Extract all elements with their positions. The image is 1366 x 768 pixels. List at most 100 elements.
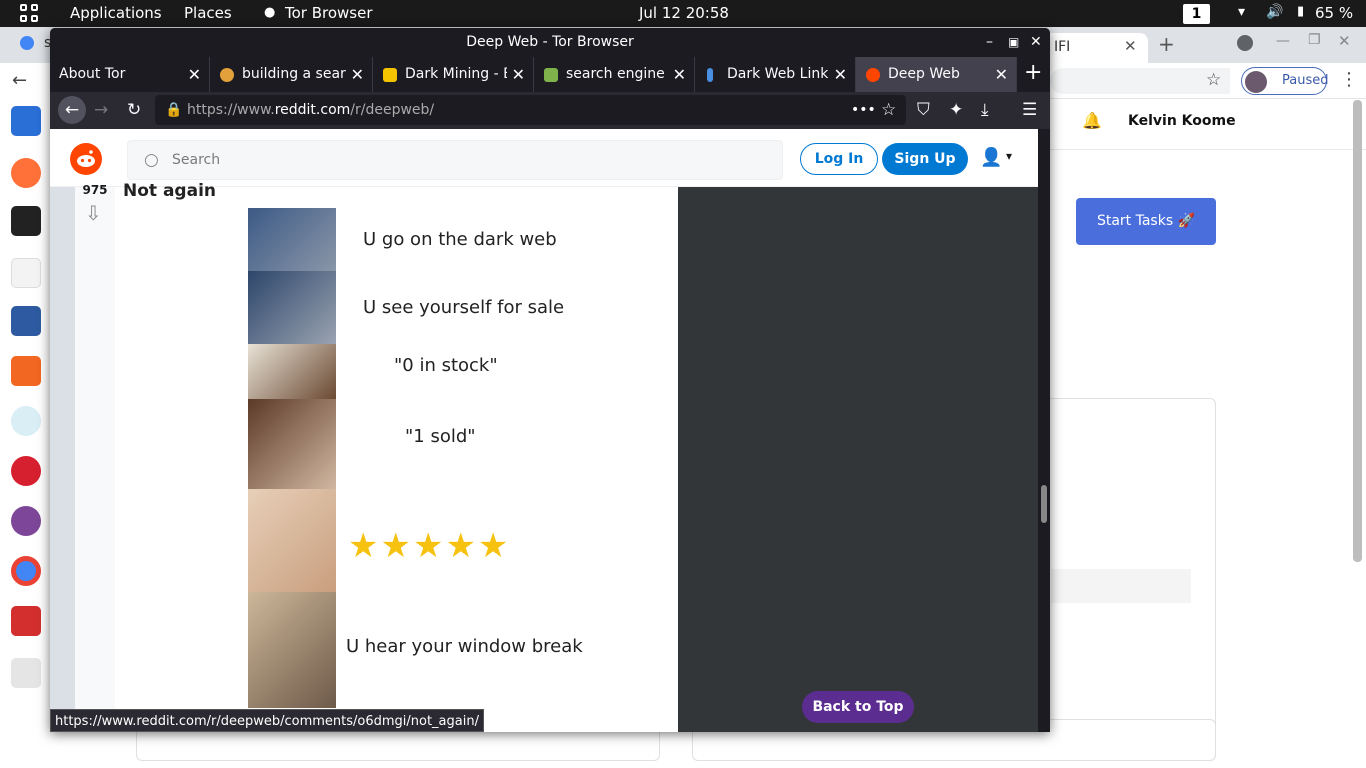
duckduckgo-icon bbox=[220, 68, 234, 82]
close-icon[interactable]: ✕ bbox=[188, 57, 201, 92]
workspace-indicator[interactable]: 1 bbox=[1183, 4, 1210, 24]
user-icon: 👤 bbox=[980, 147, 1003, 168]
restore-icon[interactable]: ❐ bbox=[1308, 32, 1321, 48]
reddit-sidebar bbox=[678, 187, 1038, 732]
close-icon[interactable]: ✕ bbox=[834, 57, 847, 92]
tab-strip: About Tor ✕ building a searc ✕ Dark Mini… bbox=[50, 57, 1050, 92]
star-icon[interactable]: ☆ bbox=[1206, 70, 1221, 90]
window-title: Deep Web - Tor Browser bbox=[50, 28, 1050, 57]
url-bar[interactable]: 🔒 https://www.reddit.com/r/deepweb/ ••• … bbox=[155, 95, 906, 125]
wifi-icon[interactable]: ▾ bbox=[1238, 4, 1245, 20]
tor-browser-icon[interactable] bbox=[11, 506, 41, 536]
meme-photo-2 bbox=[248, 271, 336, 344]
shield-icon[interactable]: ⛉ bbox=[917, 100, 930, 120]
meme-photo-6 bbox=[248, 592, 336, 708]
page-scrollbar[interactable] bbox=[1041, 485, 1047, 523]
burp-suite-icon[interactable] bbox=[11, 356, 41, 386]
sign-up-button[interactable]: Sign Up bbox=[882, 143, 968, 175]
new-identity-icon[interactable]: ✦ bbox=[949, 100, 963, 120]
back-arrow-icon[interactable]: ← bbox=[58, 96, 86, 124]
places-menu[interactable]: Places bbox=[184, 4, 232, 22]
tab-dark-web-links[interactable]: Dark Web Links ✕ bbox=[695, 57, 856, 92]
close-icon[interactable]: ✕ bbox=[512, 57, 525, 92]
meme-text: U go on the dark web bbox=[363, 229, 557, 250]
meme-text: U hear your window break bbox=[346, 636, 583, 657]
back-arrow-icon[interactable]: ← bbox=[12, 70, 27, 91]
background-card bbox=[1040, 398, 1216, 761]
reddit-page: ○ Search Log In Sign Up 👤 ▾ 975 ⇩ Not ag… bbox=[50, 129, 1038, 732]
cherrytree-icon[interactable] bbox=[11, 456, 41, 486]
link-status-bar: https://www.reddit.com/r/deepweb/comment… bbox=[50, 709, 484, 732]
google-icon bbox=[20, 36, 34, 50]
meme-photo-3 bbox=[248, 344, 336, 399]
new-tab-icon[interactable]: + bbox=[1158, 32, 1175, 56]
battery-percent[interactable]: 65 % bbox=[1315, 4, 1353, 22]
show-apps-icon[interactable] bbox=[11, 658, 41, 688]
post-card[interactable]: 975 ⇩ Not again U go on the dark web U s… bbox=[75, 181, 678, 732]
dark-mining-icon bbox=[383, 68, 397, 82]
meme-photo-4 bbox=[248, 399, 336, 489]
forward-arrow-icon[interactable]: → bbox=[94, 100, 108, 120]
metasploit-icon[interactable] bbox=[11, 306, 41, 336]
vote-count: 975 bbox=[82, 183, 108, 197]
close-window-icon[interactable]: ✕ bbox=[1030, 33, 1042, 51]
terminal-icon[interactable] bbox=[11, 206, 41, 236]
bookmark-star-icon[interactable]: ☆ bbox=[881, 95, 896, 125]
applications-menu[interactable]: Applications bbox=[70, 4, 162, 22]
search-input[interactable]: ○ Search bbox=[127, 140, 783, 180]
tab-building-a-search[interactable]: building a searc ✕ bbox=[210, 57, 373, 92]
url-path: /r/deepweb/ bbox=[350, 102, 435, 118]
post-title[interactable]: Not again bbox=[123, 181, 216, 201]
battery-icon[interactable]: ▮ bbox=[1297, 4, 1304, 19]
profile-paused-button[interactable]: Paused bbox=[1241, 67, 1328, 95]
background-scrollbar[interactable] bbox=[1353, 100, 1362, 562]
url-domain: reddit.com bbox=[274, 102, 351, 118]
pdf-reader-icon[interactable] bbox=[11, 606, 41, 636]
volume-icon[interactable]: 🔊 bbox=[1266, 4, 1283, 20]
search-engine-icon bbox=[544, 68, 558, 82]
start-tasks-button[interactable]: Start Tasks 🚀 bbox=[1076, 198, 1216, 245]
reddit-header: ○ Search Log In Sign Up 👤 ▾ bbox=[50, 129, 1038, 187]
text-editor-icon[interactable] bbox=[11, 258, 41, 288]
minimize-icon[interactable]: – bbox=[986, 33, 993, 51]
tab-about-tor[interactable]: About Tor ✕ bbox=[50, 57, 210, 92]
reddit-logo-icon[interactable] bbox=[70, 143, 102, 175]
more-menu-icon[interactable]: ⋮ bbox=[1340, 69, 1358, 90]
clock[interactable]: Jul 12 20:58 bbox=[639, 4, 729, 22]
background-tab-active[interactable]: IFI ✕ bbox=[1040, 33, 1148, 63]
tab-search-icon[interactable] bbox=[1237, 35, 1253, 51]
back-to-top-button[interactable]: Back to Top bbox=[802, 691, 914, 723]
avatar bbox=[1245, 71, 1267, 93]
eye-icon[interactable] bbox=[11, 406, 41, 436]
user-name: Kelvin Koome bbox=[1128, 113, 1236, 129]
log-in-button[interactable]: Log In bbox=[800, 143, 878, 175]
close-icon[interactable]: ✕ bbox=[673, 57, 686, 92]
tab-search-engine[interactable]: search engine - ✕ bbox=[534, 57, 695, 92]
background-omnibox[interactable] bbox=[1050, 68, 1230, 94]
user-menu-button[interactable]: 👤 ▾ bbox=[980, 147, 1020, 171]
close-icon[interactable]: ✕ bbox=[995, 57, 1008, 92]
dark-web-links-icon bbox=[707, 68, 713, 82]
downvote-icon[interactable]: ⇩ bbox=[85, 201, 102, 225]
minimize-icon[interactable]: — bbox=[1276, 33, 1290, 49]
divider bbox=[1050, 149, 1366, 150]
close-icon[interactable]: ✕ bbox=[351, 57, 364, 92]
new-tab-icon[interactable]: + bbox=[1024, 60, 1042, 85]
download-icon[interactable]: ⤓ bbox=[981, 100, 989, 120]
tab-dark-mining[interactable]: Dark Mining - E ✕ bbox=[373, 57, 534, 92]
page-actions-icon[interactable]: ••• bbox=[851, 95, 876, 125]
chrome-icon[interactable] bbox=[11, 556, 41, 586]
close-icon[interactable]: ✕ bbox=[1124, 37, 1137, 55]
active-app-label[interactable]: Tor Browser bbox=[285, 4, 373, 22]
apps-grid-icon[interactable] bbox=[20, 4, 38, 22]
hamburger-menu-icon[interactable]: ☰ bbox=[1022, 100, 1037, 120]
reload-icon[interactable]: ↻ bbox=[127, 100, 141, 120]
close-window-icon[interactable]: ✕ bbox=[1338, 32, 1351, 50]
files-icon[interactable] bbox=[11, 106, 41, 136]
bell-icon[interactable]: 🔔 bbox=[1082, 111, 1102, 130]
tab-deep-web[interactable]: Deep Web ✕ bbox=[856, 57, 1017, 92]
tor-browser-window: Deep Web - Tor Browser – ▣ ✕ About Tor ✕… bbox=[50, 28, 1050, 732]
meme-image[interactable]: U go on the dark web U see yourself for … bbox=[248, 208, 583, 708]
firefox-icon[interactable] bbox=[11, 158, 41, 188]
maximize-icon[interactable]: ▣ bbox=[1008, 33, 1019, 51]
